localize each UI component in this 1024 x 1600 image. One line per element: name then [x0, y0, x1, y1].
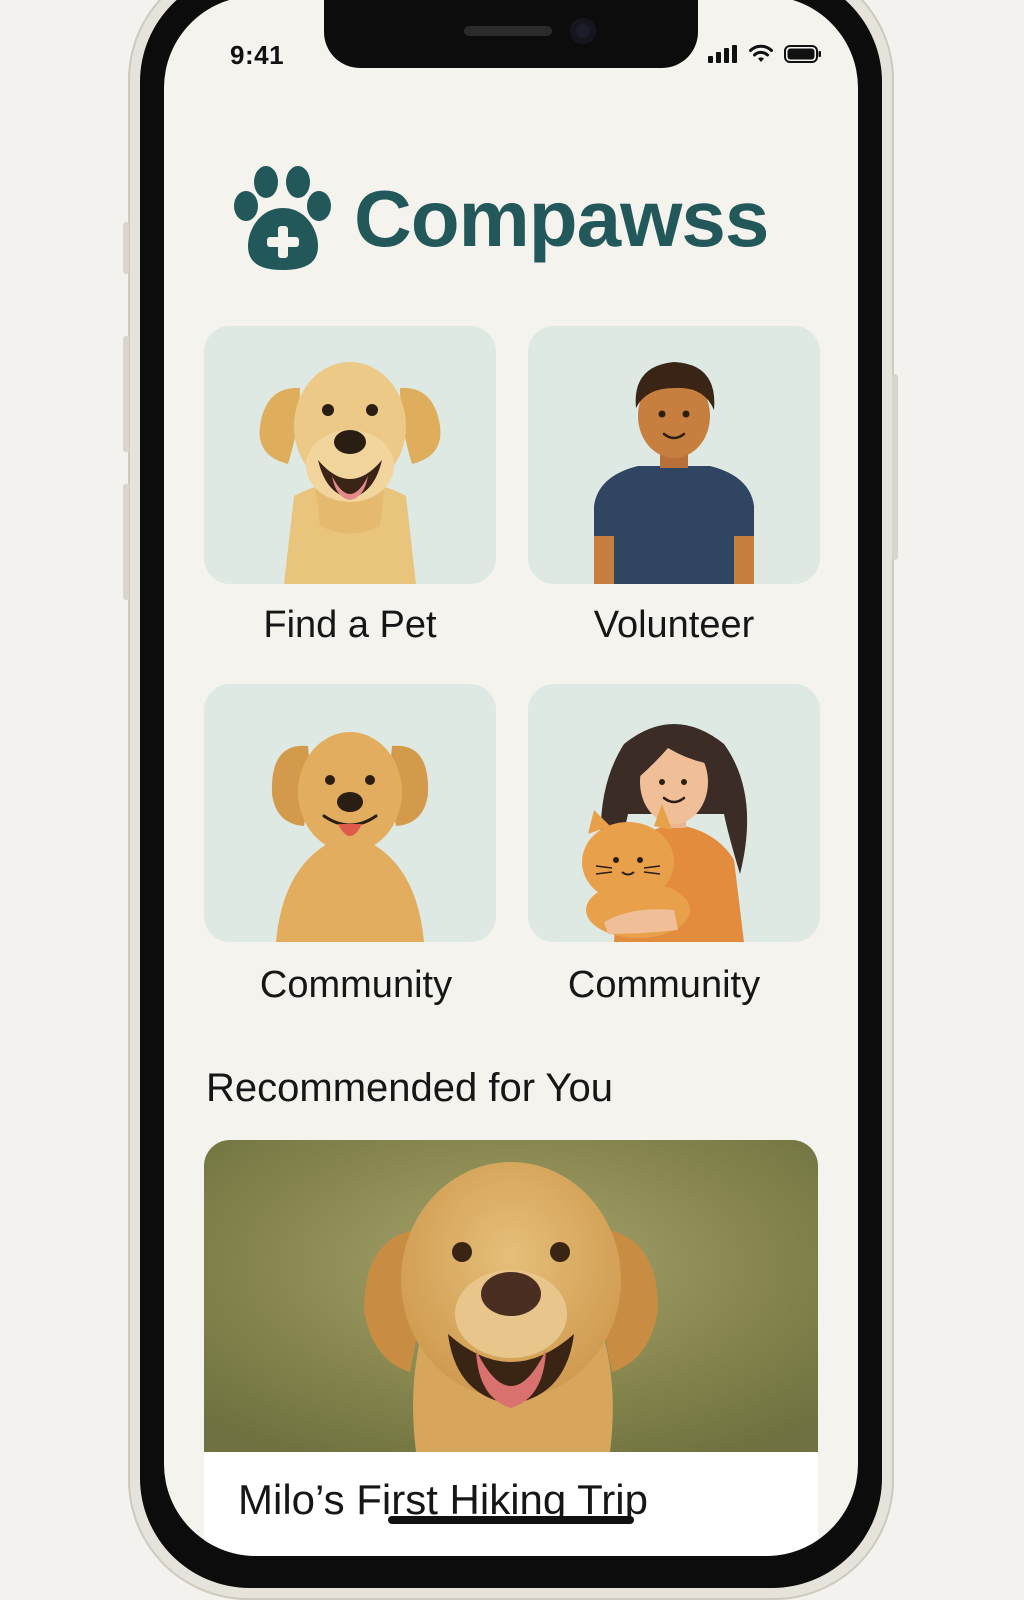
volunteer-label: Volunteer — [593, 604, 755, 646]
community-label-2: Community — [567, 964, 761, 1006]
phone-screen: 9:41 Compawss Find a Pet Volunteer Commu… — [164, 0, 858, 1556]
golden-retriever-photo — [204, 1140, 818, 1452]
woman-with-cat-illustration — [582, 724, 748, 942]
app-logo: Compawss — [230, 164, 769, 274]
front-camera — [570, 18, 596, 44]
wifi-icon — [749, 44, 773, 62]
community-cat-tile[interactable] — [528, 684, 820, 942]
notch — [324, 0, 698, 68]
side-button — [123, 222, 129, 274]
volunteer-tile[interactable] — [528, 326, 820, 584]
volume-down-button — [123, 484, 129, 600]
speaker-grille — [464, 26, 552, 36]
power-button — [892, 374, 898, 560]
volunteer-person-illustration — [594, 362, 754, 584]
app-name: Compawss — [354, 174, 769, 263]
cellular-signal-icon — [708, 45, 737, 63]
battery-icon — [784, 45, 821, 63]
find-a-pet-label: Find a Pet — [263, 604, 437, 646]
community-label-1: Community — [259, 964, 453, 1006]
status-icons — [708, 44, 822, 64]
golden-dog-illustration — [259, 362, 441, 584]
volume-up-button — [123, 336, 129, 452]
sitting-dog-illustration — [271, 732, 429, 942]
recommended-card[interactable]: Milo’s First Hiking Trip — [204, 1140, 818, 1556]
home-indicator[interactable] — [388, 1516, 634, 1524]
recommended-section-title: Recommended for You — [206, 1066, 613, 1110]
status-time: 9:41 — [230, 40, 285, 70]
find-a-pet-tile[interactable] — [204, 326, 496, 584]
paw-plus-icon — [234, 166, 331, 270]
community-dog-tile[interactable] — [204, 684, 496, 942]
